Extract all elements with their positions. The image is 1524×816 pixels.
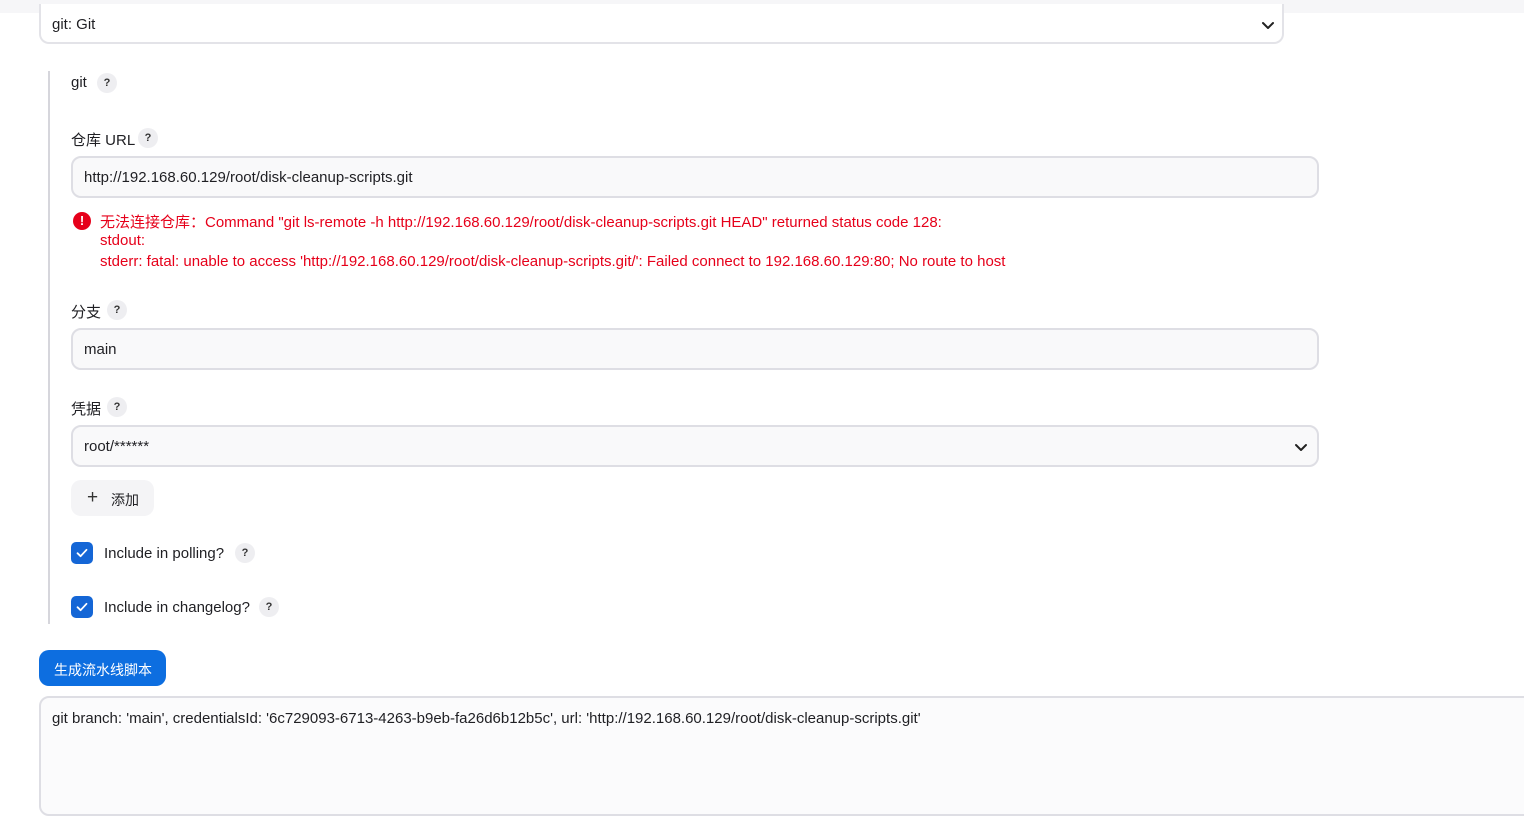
add-button-label: 添加: [111, 492, 139, 508]
polling-help-icon[interactable]: ?: [235, 543, 255, 563]
repo-url-help-icon[interactable]: ?: [138, 128, 158, 148]
credentials-value: root/******: [84, 438, 150, 455]
credentials-help-icon[interactable]: ?: [107, 397, 127, 417]
git-section-label: git: [71, 74, 87, 91]
add-credentials-button[interactable]: + 添加: [71, 480, 154, 516]
credentials-select[interactable]: root/******: [71, 425, 1319, 467]
section-rule: [48, 71, 50, 624]
repo-url-value: http://192.168.60.129/root/disk-cleanup-…: [84, 169, 413, 186]
changelog-checkbox[interactable]: [71, 596, 93, 618]
branch-value: main: [84, 341, 117, 358]
checkmark-icon: [76, 548, 88, 558]
generate-button-label: 生成流水线脚本: [54, 662, 152, 678]
plus-icon: +: [87, 487, 99, 508]
repo-url-label: 仓库 URL: [71, 132, 136, 149]
changelog-help-icon[interactable]: ?: [259, 597, 279, 617]
polling-checkbox[interactable]: [71, 542, 93, 564]
credentials-label: 凭据: [71, 401, 102, 418]
branch-help-icon[interactable]: ?: [107, 300, 127, 320]
changelog-label: Include in changelog?: [104, 599, 250, 616]
pipeline-script-output[interactable]: git branch: 'main', credentialsId: '6c72…: [39, 696, 1524, 816]
scm-select-value: git: Git: [52, 16, 96, 33]
error-message-line: stderr: fatal: unable to access 'http://…: [100, 253, 1006, 270]
chevron-down-icon: [1295, 444, 1307, 451]
pipeline-script-text: git branch: 'main', credentialsId: '6c72…: [52, 710, 921, 727]
chevron-down-icon: [1262, 22, 1274, 29]
git-help-icon[interactable]: ?: [97, 73, 117, 93]
polling-label: Include in polling?: [104, 545, 225, 562]
branch-input[interactable]: main: [71, 328, 1319, 370]
repo-url-input[interactable]: http://192.168.60.129/root/disk-cleanup-…: [71, 156, 1319, 198]
checkmark-icon: [76, 602, 88, 612]
branch-label: 分支: [71, 304, 102, 321]
error-message-line: stdout:: [100, 232, 146, 249]
generate-pipeline-script-button[interactable]: 生成流水线脚本: [39, 650, 166, 686]
error-message-line: 无法连接仓库：Command "git ls-remote -h http://…: [100, 214, 942, 231]
scm-select[interactable]: git: Git: [39, 4, 1284, 44]
error-icon: !: [73, 212, 91, 230]
